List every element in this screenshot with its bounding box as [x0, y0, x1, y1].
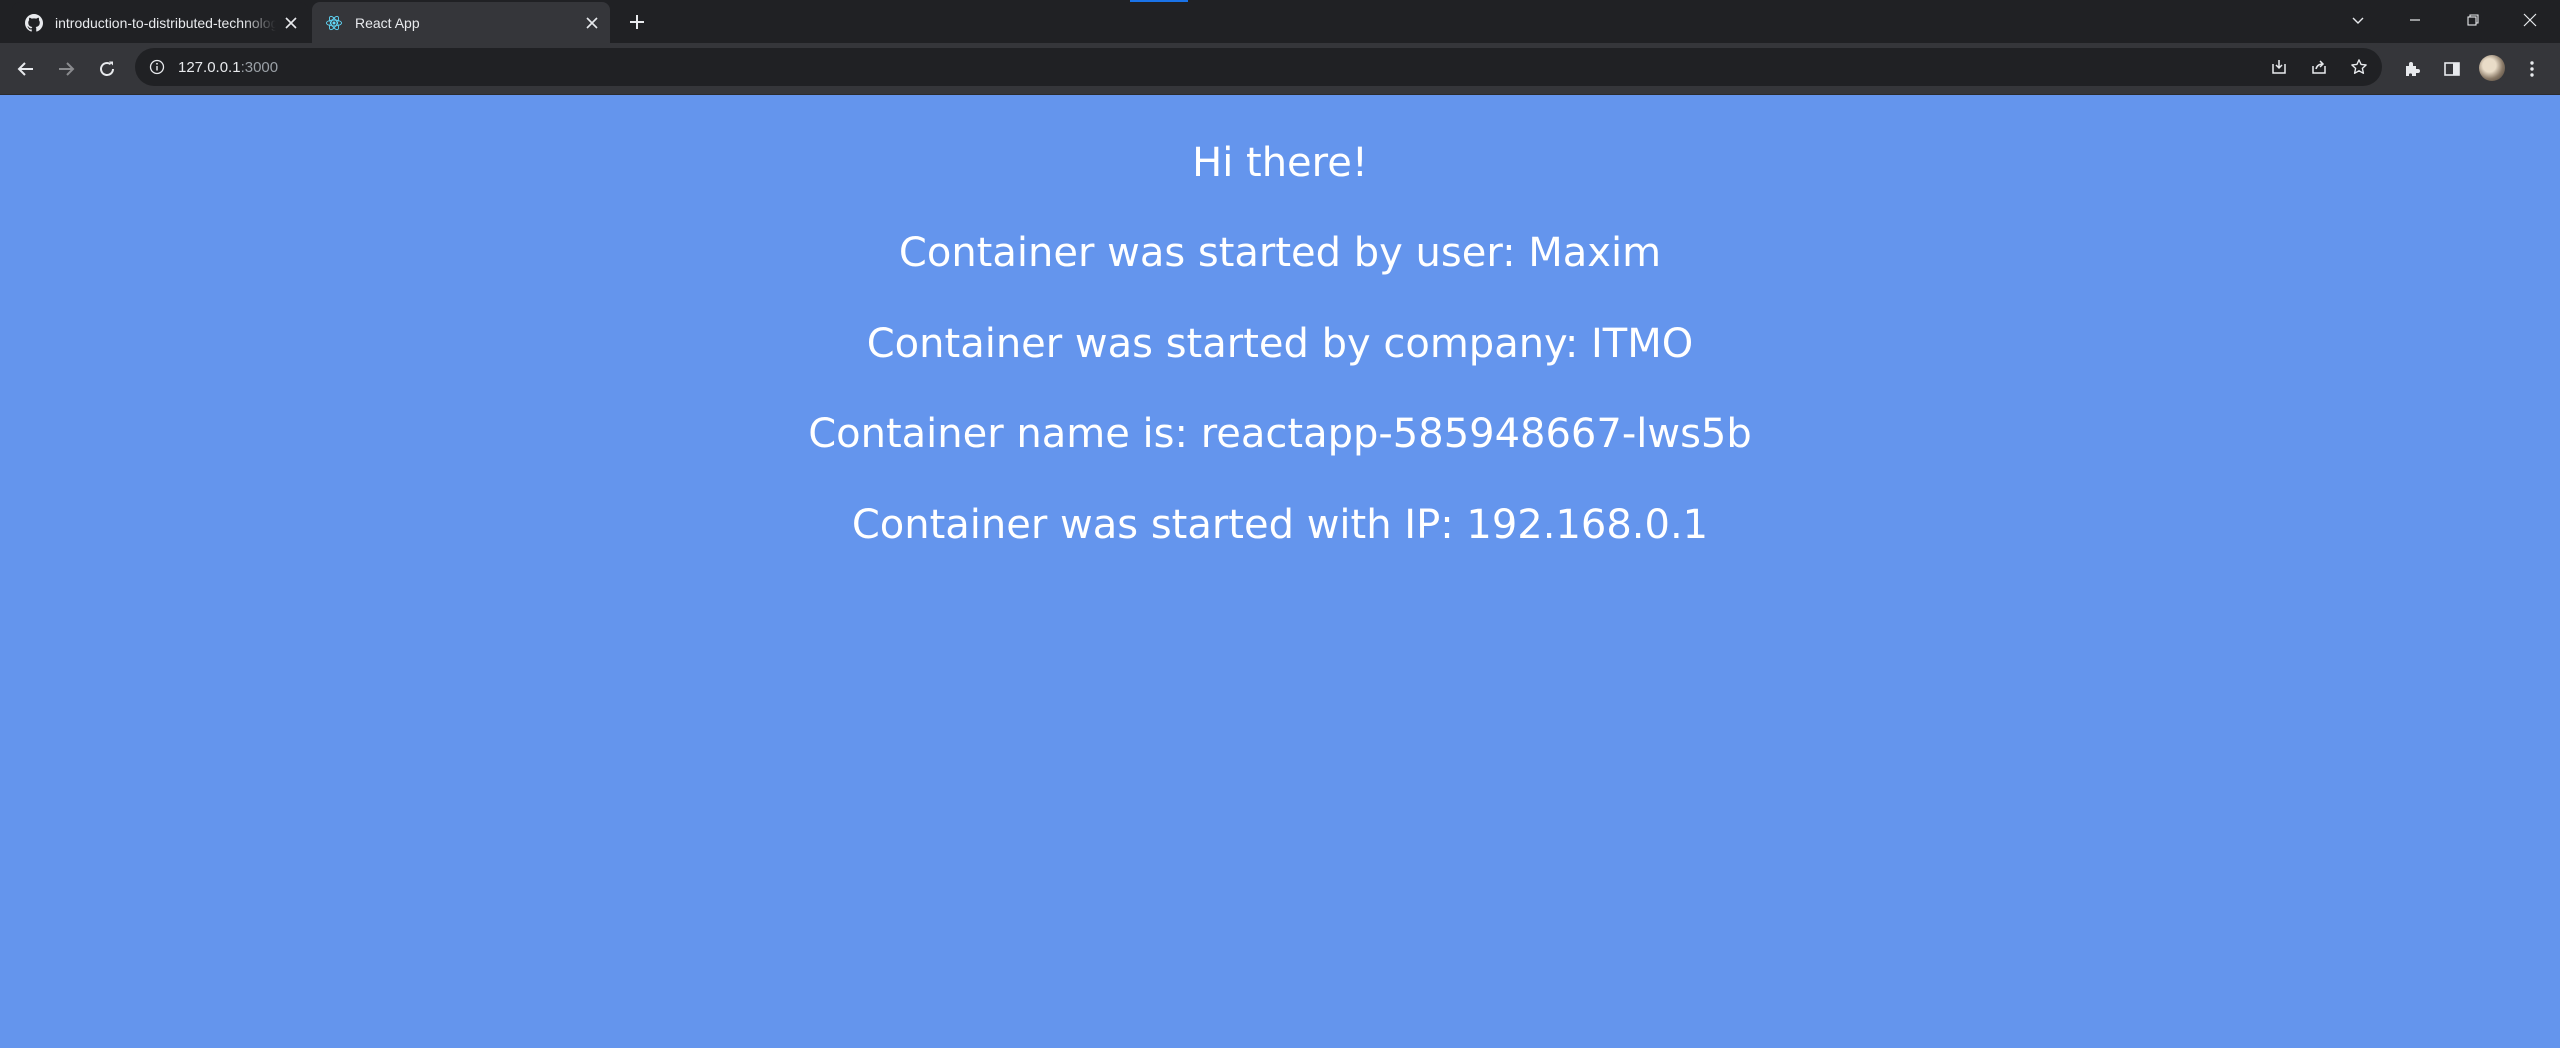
extensions-icon[interactable]: [2397, 54, 2427, 84]
forward-icon[interactable]: [51, 54, 81, 84]
url-text: 127.0.0.1:3000: [178, 59, 278, 76]
page-content: Hi there! Container was started by user:…: [0, 95, 2560, 1048]
new-tab-button[interactable]: [623, 8, 651, 36]
greeting-text: Hi there!: [1192, 140, 1368, 186]
minimize-icon[interactable]: [2387, 0, 2443, 40]
browser-toolbar: 127.0.0.1:3000: [0, 43, 2560, 95]
ip-line: Container was started with IP: 192.168.0…: [851, 502, 1709, 548]
url-port: :3000: [240, 58, 279, 76]
profile-avatar[interactable]: [2479, 55, 2505, 81]
github-icon: [25, 13, 43, 32]
close-tab-icon[interactable]: [282, 13, 300, 33]
site-info-icon[interactable]: [148, 58, 166, 76]
restore-icon[interactable]: [2445, 0, 2501, 40]
company-line: Container was started by company: ITMO: [866, 321, 1694, 367]
install-app-icon[interactable]: [2269, 57, 2289, 77]
react-icon: [325, 14, 343, 32]
loading-indicator: [1130, 0, 1188, 2]
tab-title: introduction-to-distributed-technologies: [55, 14, 276, 31]
reload-icon[interactable]: [92, 54, 122, 84]
address-bar[interactable]: 127.0.0.1:3000: [135, 48, 2382, 86]
close-window-icon[interactable]: [2502, 0, 2558, 40]
side-panel-icon[interactable]: [2437, 54, 2467, 84]
user-line: Container was started by user: Maxim: [898, 230, 1662, 276]
tab-react-app[interactable]: React App: [312, 2, 610, 43]
bookmark-star-icon[interactable]: [2349, 57, 2369, 77]
menu-kebab-icon[interactable]: [2517, 54, 2547, 84]
close-tab-icon[interactable]: [582, 13, 602, 33]
tab-title: React App: [355, 14, 420, 31]
tab-search-icon[interactable]: [2330, 0, 2386, 40]
tab-strip: introduction-to-distributed-technologies…: [0, 0, 2560, 43]
tab-github[interactable]: introduction-to-distributed-technologies: [12, 2, 308, 43]
url-host: 127.0.0.1: [178, 58, 241, 76]
share-icon[interactable]: [2309, 57, 2329, 77]
container-name-line: Container name is: reactapp-585948667-lw…: [808, 411, 1752, 457]
back-icon[interactable]: [11, 54, 41, 84]
